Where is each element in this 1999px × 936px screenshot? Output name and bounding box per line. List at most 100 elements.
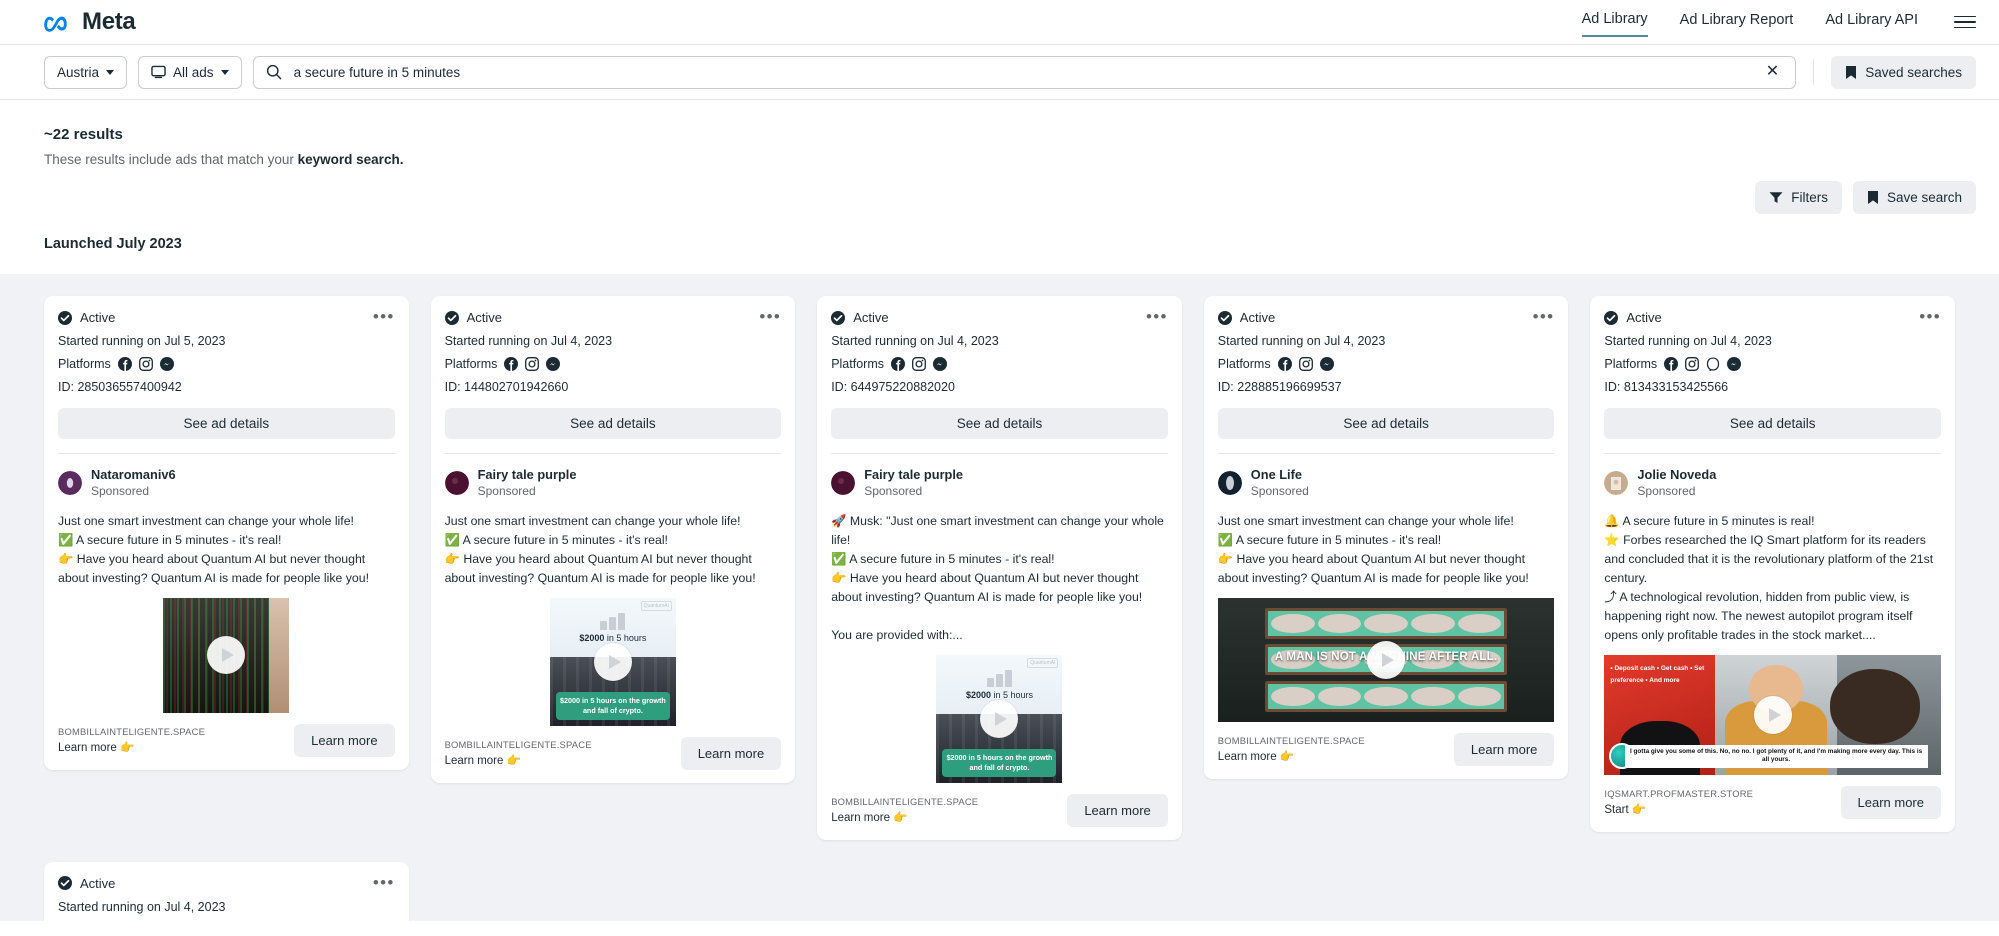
- learn-more-button[interactable]: Learn more: [1841, 786, 1941, 819]
- see-ad-details-button[interactable]: See ad details: [1218, 408, 1555, 439]
- ad-cta-row: BOMBILLAINTELIGENTE.SPACE Learn more 👉 L…: [445, 726, 782, 783]
- play-button-icon[interactable]: [1367, 641, 1405, 679]
- active-check-icon: [445, 311, 459, 325]
- filters-button[interactable]: Filters: [1755, 181, 1842, 214]
- ad-card-header: Active ••• Started running on Jul 4, 202…: [1218, 310, 1555, 394]
- advertiser-row: Fairy tale purple Sponsored: [445, 467, 782, 500]
- ad-card-header: Active ••• Started running on Jul 4, 202…: [445, 310, 782, 394]
- watch-tray-row: [1265, 608, 1507, 639]
- learn-more-button[interactable]: Learn more: [1454, 733, 1554, 766]
- ad-card[interactable]: Active ••• Started running on Jul 5, 202…: [44, 296, 409, 770]
- ad-card-header: Active ••• Started running on Jul 4, 202…: [831, 310, 1168, 394]
- learn-more-button[interactable]: Learn more: [1067, 794, 1167, 827]
- ad-card-menu-icon[interactable]: •••: [373, 308, 395, 325]
- platforms-label: Platforms: [1604, 357, 1657, 371]
- ad-id: ID: 644975220882020: [831, 380, 1168, 394]
- hamburger-icon[interactable]: [1954, 16, 1976, 29]
- advertiser-name[interactable]: Jolie Noveda: [1637, 467, 1716, 483]
- search-input-wrapper[interactable]: a secure future in 5 minutes ✕: [253, 56, 1797, 89]
- results-description-emphasis: keyword search.: [298, 152, 404, 167]
- play-button-icon[interactable]: [594, 643, 632, 681]
- instagram-icon: [525, 357, 539, 371]
- ad-card-menu-icon[interactable]: •••: [1533, 308, 1555, 325]
- started-running: Started running on Jul 4, 2023: [831, 334, 1168, 348]
- ad-card-menu-icon[interactable]: •••: [1146, 308, 1168, 325]
- platforms-label: Platforms: [445, 357, 498, 371]
- country-filter-dropdown[interactable]: Austria: [44, 56, 127, 89]
- ad-card[interactable]: Active ••• Started running on Jul 4, 202…: [1590, 296, 1955, 832]
- ad-library-page: Meta Ad Library Ad Library Report Ad Lib…: [0, 0, 1999, 936]
- cta-subtitle: Start 👉: [1604, 802, 1753, 816]
- avatar[interactable]: [445, 471, 469, 495]
- messenger-icon: [546, 357, 560, 371]
- saved-searches-button[interactable]: Saved searches: [1831, 56, 1976, 89]
- started-running: Started running on Jul 4, 2023: [445, 334, 782, 348]
- ad-media[interactable]: • Deposit cash • Get cash • Set preferen…: [1604, 655, 1941, 775]
- section-title: Launched July 2023: [0, 214, 1999, 252]
- ad-card[interactable]: Active ••• Started running on Jul 4, 202…: [1204, 296, 1569, 779]
- ad-media[interactable]: A MAN IS NOT A MACHINE AFTER ALL.: [1218, 598, 1555, 722]
- avatar[interactable]: [831, 471, 855, 495]
- top-navigation-bar: Meta Ad Library Ad Library Report Ad Lib…: [0, 0, 1999, 45]
- started-running: Started running on Jul 4, 2023: [1604, 334, 1941, 348]
- see-ad-details-button[interactable]: See ad details: [445, 408, 782, 439]
- ad-card[interactable]: Active ••• Started running on Jul 4, 202…: [431, 296, 796, 783]
- advertiser-name[interactable]: Nataromaniv6: [91, 467, 176, 483]
- avatar[interactable]: [58, 471, 82, 495]
- play-button-icon[interactable]: [1754, 696, 1792, 734]
- started-running: Started running on Jul 5, 2023: [58, 334, 395, 348]
- search-input[interactable]: a secure future in 5 minutes: [294, 65, 1750, 80]
- media-quantum-promo: QuantumAI $2000 in 5 hours $2000 in 5 ho…: [550, 598, 676, 726]
- toolbar-divider: [1813, 59, 1814, 85]
- bookmark-icon: [1845, 65, 1857, 80]
- avatar[interactable]: [1218, 471, 1242, 495]
- learn-more-button[interactable]: Learn more: [294, 724, 394, 757]
- ad-card-menu-icon[interactable]: •••: [373, 874, 395, 891]
- messenger-icon: [160, 357, 174, 371]
- advertiser-name[interactable]: Fairy tale purple: [478, 467, 577, 483]
- avatar[interactable]: [1604, 471, 1628, 495]
- threads-icon: [1706, 357, 1720, 371]
- cta-subtitle: Learn more 👉: [1218, 749, 1365, 763]
- nav-link-ad-library[interactable]: Ad Library: [1582, 7, 1648, 37]
- cta-subtitle: Learn more 👉: [831, 810, 978, 824]
- cta-text: BOMBILLAINTELIGENTE.SPACE Learn more 👉: [58, 726, 205, 754]
- advertiser-row: One Life Sponsored: [1218, 467, 1555, 500]
- chevron-down-icon: [106, 70, 114, 75]
- cta-text: BOMBILLAINTELIGENTE.SPACE Learn more 👉: [445, 739, 592, 767]
- ad-id: ID: 228885196699537: [1218, 380, 1555, 394]
- nav-link-ad-library-api[interactable]: Ad Library API: [1825, 8, 1918, 36]
- advertiser-name[interactable]: One Life: [1251, 467, 1309, 483]
- quantum-subtitle: $2000 in 5 hours on the growth and fall …: [556, 692, 670, 719]
- ad-media[interactable]: QuantumAI $2000 in 5 hours $2000 in 5 ho…: [445, 598, 782, 726]
- play-button-icon[interactable]: [980, 700, 1018, 738]
- meta-logo[interactable]: Meta: [44, 8, 135, 36]
- ad-card-menu-icon[interactable]: •••: [1919, 308, 1941, 325]
- filter-icon: [1769, 191, 1783, 204]
- nav-link-ad-library-report[interactable]: Ad Library Report: [1680, 8, 1794, 36]
- learn-more-button[interactable]: Learn more: [681, 737, 781, 770]
- ad-media[interactable]: [58, 598, 395, 713]
- ad-card[interactable]: Active ••• Started running on Jul 4, 202…: [44, 862, 409, 921]
- advertiser-name[interactable]: Fairy tale purple: [864, 467, 963, 483]
- clear-search-icon[interactable]: ✕: [1762, 64, 1783, 80]
- advertiser-row: Nataromaniv6 Sponsored: [58, 467, 395, 500]
- ad-card-menu-icon[interactable]: •••: [759, 308, 781, 325]
- save-search-button[interactable]: Save search: [1853, 181, 1976, 214]
- status-badge: Active: [1218, 310, 1555, 325]
- play-button-icon[interactable]: [207, 636, 245, 674]
- results-description-prefix: These results include ads that match you…: [44, 152, 298, 167]
- see-ad-details-button[interactable]: See ad details: [58, 408, 395, 439]
- media-quantum-promo: QuantumAI $2000 in 5 hours $2000 in 5 ho…: [936, 655, 1062, 783]
- ad-cta-row: IQSMART.PROFMASTER.STORE Start 👉 Learn m…: [1604, 775, 1941, 832]
- ad-media[interactable]: QuantumAI $2000 in 5 hours $2000 in 5 ho…: [831, 655, 1168, 783]
- ad-category-dropdown[interactable]: All ads: [138, 56, 242, 89]
- results-grid: Active ••• Started running on Jul 5, 202…: [44, 296, 1955, 921]
- messenger-icon: [933, 357, 947, 371]
- quantum-headline: $2000 in 5 hours: [579, 633, 646, 643]
- quantum-watermark: QuantumAI: [641, 601, 672, 611]
- see-ad-details-button[interactable]: See ad details: [1604, 408, 1941, 439]
- see-ad-details-button[interactable]: See ad details: [831, 408, 1168, 439]
- media-phone-chart: [163, 598, 289, 713]
- ad-card[interactable]: Active ••• Started running on Jul 4, 202…: [817, 296, 1182, 840]
